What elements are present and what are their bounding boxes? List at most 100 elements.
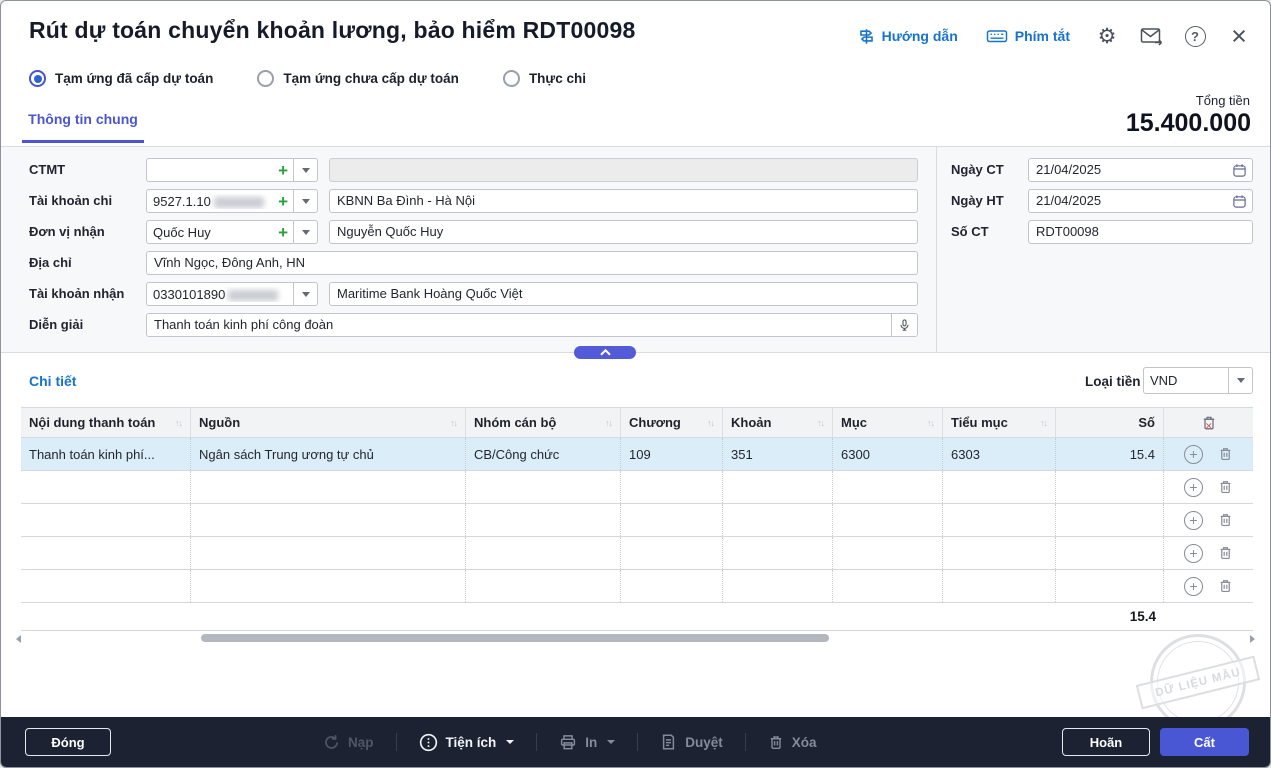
add-ctmt-icon[interactable]: + [273,162,293,179]
cell-clause[interactable]: 351 [723,438,833,470]
currency-label: Loại tiền [1085,374,1141,389]
cell-item[interactable]: 6300 [833,438,943,470]
horizontal-scrollbar[interactable] [201,634,829,642]
scroll-left-arrow[interactable] [16,635,21,643]
collapse-form-button[interactable] [574,346,636,359]
currency-select[interactable]: VND [1143,367,1253,394]
delete-row-button[interactable] [1218,512,1233,528]
divider [637,733,638,751]
table-row-empty[interactable]: + [21,504,1253,537]
pay-account-name-field[interactable]: KBNN Ba Đình - Hà Nội [329,189,918,213]
reload-button[interactable]: Nạp [323,734,374,751]
address-field[interactable]: Vĩnh Ngọc, Đông Anh, HN [146,251,918,275]
ctmt-dropdown[interactable] [293,159,317,181]
cell-amount[interactable]: 15.4 [1056,438,1164,470]
add-pay-account-icon[interactable]: + [273,193,293,210]
col-header-actions: ✕ [1164,408,1253,437]
ctmt-combo[interactable]: + [146,158,318,182]
doc-number-field[interactable]: RDT00098 [1028,220,1253,244]
delete-row-button[interactable] [1218,545,1233,561]
posting-date-field[interactable]: 21/04/2025 [1028,189,1253,213]
sort-icon: ↑↓ [1040,418,1047,428]
utilities-button[interactable]: Tiện ích [419,733,515,752]
col-header-content[interactable]: Nội dung thanh toán↑↓ [21,408,191,437]
delete-all-rows-button[interactable]: ✕ [1201,415,1217,431]
postpone-button[interactable]: Hoãn [1062,728,1150,756]
table-row-empty[interactable]: + [21,570,1253,603]
table-row-empty[interactable]: + [21,471,1253,504]
add-receiver-icon[interactable]: + [273,224,293,241]
voucher-window: Rút dự toán chuyển khoản lương, bảo hiểm… [0,0,1271,768]
general-info-form: CTMT + Tài khoản chi 9527.1.10 + KBNN Ba… [1,146,1271,353]
help-icon: ? [1185,26,1206,47]
guide-link[interactable]: Hướng dẫn [858,28,958,45]
col-header-amount[interactable]: Số [1056,408,1164,437]
col-header-item[interactable]: Mục↑↓ [833,408,943,437]
shortcuts-link[interactable]: Phím tắt [986,28,1070,44]
delete-row-button[interactable] [1218,446,1233,462]
keyboard-icon [986,28,1008,44]
receiver-dropdown[interactable] [293,221,317,243]
row-actions: + [1164,504,1253,536]
receiver-name-field[interactable]: Nguyễn Quốc Huy [329,220,918,244]
chevron-down-icon [302,199,310,204]
cell-content[interactable]: Thanh toán kinh phí... [21,438,191,470]
receiver-combo[interactable]: Quốc Huy + [146,220,318,244]
delete-row-button[interactable] [1218,578,1233,594]
row-actions: + [1164,570,1253,602]
save-button[interactable]: Cất [1160,728,1249,756]
delete-row-button[interactable] [1218,479,1233,495]
chevron-down-icon [506,740,514,744]
col-header-clause[interactable]: Khoản↑↓ [723,408,833,437]
add-row-button[interactable]: + [1184,511,1203,530]
radio-unselected-icon [503,70,520,87]
table-total-row: 15.4 [21,603,1253,631]
cell-sub-item[interactable]: 6303 [943,438,1056,470]
delete-button[interactable]: Xóa [768,734,817,751]
scroll-right-arrow[interactable] [1250,635,1255,643]
col-header-staff-group[interactable]: Nhóm cán bộ↑↓ [466,408,621,437]
col-header-source[interactable]: Nguồn↑↓ [191,408,466,437]
add-row-button[interactable]: + [1184,478,1203,497]
recv-account-name-field[interactable]: Maritime Bank Hoàng Quốc Việt [329,282,918,306]
mail-send-icon [1140,27,1163,46]
table-row[interactable]: Thanh toán kinh phí... Ngân sách Trung ư… [21,438,1253,471]
settings-button[interactable]: ⚙ [1094,23,1120,49]
radio-actual-spend[interactable]: Thực chi [503,70,586,87]
col-header-sub-item[interactable]: Tiểu mục↑↓ [943,408,1056,437]
recv-account-combo[interactable]: 0330101890 [146,282,318,306]
page-title: Rút dự toán chuyển khoản lương, bảo hiểm… [29,17,635,44]
description-field[interactable]: Thanh toán kinh phí công đoàn [146,313,918,337]
calendar-icon[interactable] [1232,194,1247,209]
currency-dropdown[interactable] [1228,368,1252,393]
close-window-button[interactable]: Đóng [25,728,111,756]
pay-account-dropdown[interactable] [293,190,317,212]
cell-source[interactable]: Ngân sách Trung ương tự chủ [191,438,466,470]
close-button[interactable]: × [1226,23,1252,49]
feedback-button[interactable] [1138,23,1164,49]
sample-data-watermark: DỮ LIỆU MẪU [1150,634,1246,730]
recv-account-dropdown[interactable] [293,283,317,305]
col-header-chapter[interactable]: Chương↑↓ [621,408,723,437]
print-button[interactable]: In [559,734,615,751]
chevron-down-icon [302,292,310,297]
add-row-button[interactable]: + [1184,577,1203,596]
help-button[interactable]: ? [1182,23,1208,49]
doc-date-field[interactable]: 21/04/2025 [1028,158,1253,182]
currency-value: VND [1144,373,1228,388]
microphone-button[interactable] [891,314,917,336]
cell-chapter[interactable]: 109 [621,438,723,470]
cell-staff-group[interactable]: CB/Công chức [466,438,621,470]
add-row-button[interactable]: + [1184,445,1203,464]
tab-general-info[interactable]: Thông tin chung [22,111,144,143]
table-row-empty[interactable]: + [21,537,1253,570]
pay-account-combo[interactable]: 9527.1.10 + [146,189,318,213]
refresh-icon [323,734,340,751]
radio-advance-not-granted[interactable]: Tạm ứng chưa cấp dự toán [257,70,459,87]
approve-button[interactable]: Duyệt [660,733,723,751]
add-row-button[interactable]: + [1184,544,1203,563]
chevron-down-icon [302,168,310,173]
row-actions: + [1164,537,1253,569]
calendar-icon[interactable] [1232,163,1247,178]
radio-advance-granted[interactable]: Tạm ứng đã cấp dự toán [29,70,213,87]
